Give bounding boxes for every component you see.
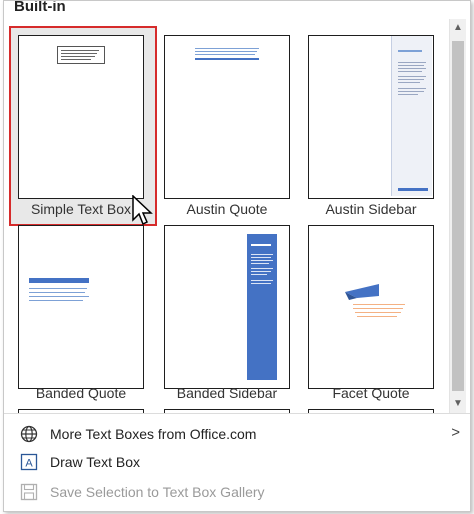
text-box-icon: A: [20, 453, 38, 471]
gallery-item-austin-quote[interactable]: Austin Quote: [158, 23, 296, 217]
scroll-down-icon[interactable]: ▼: [450, 395, 466, 413]
gallery-footer-menu: More Text Boxes from Office.com > A Draw…: [4, 413, 470, 511]
page-preview: [164, 35, 290, 199]
gallery-item-banded-quote[interactable]: Banded Quote: [12, 213, 150, 405]
gallery-grid: Simple Text Box Austin Quote Austin Side…: [4, 19, 448, 413]
page-preview: [308, 225, 434, 389]
gallery-item-label: Banded Quote: [35, 385, 127, 401]
gallery-section-title: Built-in: [14, 0, 66, 15]
svg-text:A: A: [25, 458, 33, 470]
scroll-up-icon[interactable]: ▲: [450, 19, 466, 37]
gallery-scrollbar[interactable]: ▲ ▼: [449, 19, 466, 413]
save-selection-menu-item[interactable]: Save Selection to Text Box Gallery: [4, 478, 470, 506]
gallery-item-banded-sidebar[interactable]: Banded Sidebar: [158, 213, 296, 405]
scrollbar-thumb[interactable]: [452, 41, 464, 391]
text-box-gallery-panel: Built-in Simple Text Box Austin Quote Au…: [3, 0, 471, 512]
save-icon: [20, 483, 38, 501]
chevron-right-icon: >: [451, 424, 460, 441]
more-text-boxes-label: More Text Boxes from Office.com: [50, 426, 257, 442]
page-preview: [18, 35, 144, 199]
page-preview: [18, 225, 144, 389]
more-text-boxes-menu-item[interactable]: More Text Boxes from Office.com >: [4, 420, 470, 448]
mouse-cursor-icon: [132, 195, 153, 226]
save-selection-label: Save Selection to Text Box Gallery: [50, 484, 265, 500]
gallery-item-austin-sidebar[interactable]: Austin Sidebar: [302, 23, 440, 217]
gallery-item-label: Banded Sidebar: [176, 385, 278, 401]
facet-shape-icon: [345, 284, 379, 300]
gallery-item-facet-quote[interactable]: Facet Quote: [302, 213, 440, 405]
gallery-item-simple-text-box[interactable]: Simple Text Box: [12, 23, 150, 217]
gallery-item-label: Facet Quote: [332, 385, 410, 401]
page-preview: [308, 35, 434, 199]
draw-text-box-label: Draw Text Box: [50, 454, 140, 470]
draw-text-box-menu-item[interactable]: A Draw Text Box: [4, 448, 470, 476]
page-preview: [164, 225, 290, 389]
globe-icon: [20, 425, 38, 443]
